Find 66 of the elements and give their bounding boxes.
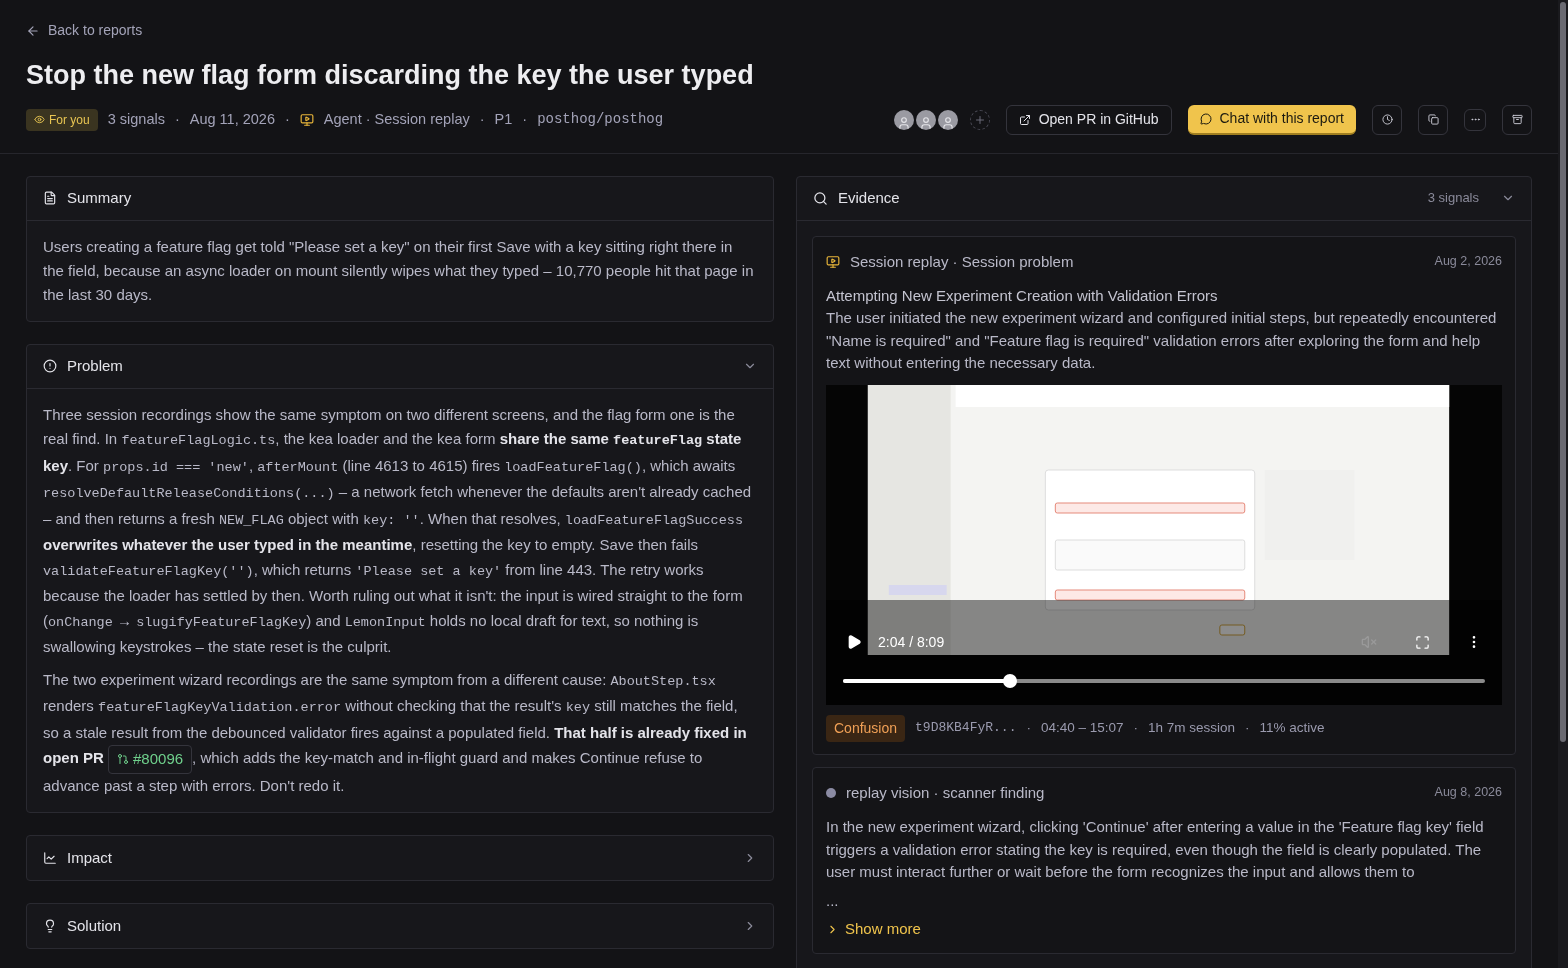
clock-icon <box>1381 114 1393 125</box>
play-icon[interactable] <box>846 634 862 650</box>
avatar[interactable] <box>937 109 958 130</box>
plus-icon <box>973 113 986 126</box>
search-icon <box>813 190 828 206</box>
section-header[interactable]: Problem <box>27 344 773 389</box>
section-title: Evidence <box>838 187 901 208</box>
fullscreen-icon[interactable] <box>1415 634 1430 650</box>
document-icon <box>43 191 57 205</box>
separator-dot: · <box>1245 718 1250 737</box>
chat-button[interactable]: Chat with this report <box>1187 104 1356 135</box>
confusion-tag: Confusion <box>826 714 906 742</box>
separator-dot: · <box>284 109 290 129</box>
meta-repo: posthog/posthog <box>537 110 664 129</box>
archive-icon <box>1511 114 1523 125</box>
section-header[interactable]: Impact <box>27 836 773 880</box>
session-id: t9D8KB4FyR... <box>915 719 1017 738</box>
for-you-badge: For you <box>26 108 98 131</box>
section-title: Summary <box>67 187 132 208</box>
meta-text: 3 signals <box>107 109 165 129</box>
session-detail: 1h 7m session <box>1148 718 1236 737</box>
evidence-source: replay vision · scanner finding <box>846 782 1046 803</box>
progress-track[interactable] <box>843 678 1485 683</box>
back-link[interactable]: Back to reports <box>26 20 143 41</box>
signal-count: 3 signals <box>1427 189 1479 208</box>
meta-text: Aug 11, 2026 <box>189 109 275 129</box>
ellipsis-text: ... <box>826 890 840 911</box>
replay-icon <box>299 112 314 127</box>
separator-dot: · <box>479 109 485 129</box>
scrollbar-thumb[interactable] <box>1560 2 1566 742</box>
avatar[interactable] <box>915 109 936 130</box>
open-pr-button[interactable]: Open PR in GitHub <box>1005 104 1172 135</box>
history-button[interactable] <box>1372 104 1402 135</box>
copy-button[interactable] <box>1418 104 1448 135</box>
section-header[interactable]: Solution <box>27 904 773 948</box>
pull-request-link[interactable]: #80096 <box>108 745 193 774</box>
chat-bubble-icon <box>1199 112 1212 125</box>
meta-source: Agent · Session replay <box>323 109 470 129</box>
page-title: Stop the new flag form discarding the key the user typed <box>26 58 755 92</box>
session-detail: 04:40 – 15:07 <box>1040 718 1124 737</box>
problem-paragraph: Three session recordings show the same symptom on two different screens, and the flag form one is the real find. In featureFlagLogic.ts, the kea loader and the kea form share the same featureFlag state key. For props.id === 'new', afterMount (line 4613 to 4615) fires loadFeatureFlag(), which awaits resolveDefaultReleaseConditions(...) – a network fetch whenever the defaults aren't already cached – and then returns a fresh NEW_FLAG object with key: ''. When that resolves, loadFeatureFlagSuccess overwrites whatever the user typed in the meantime, resetting the key to empty. Save then fails validateFeatureFlagKey(''), which returns 'Please set a key' from line 443. The retry works because the loader has settled by then. Worth ruling out what it isn't: the input is wired straight to the form (onChange → slugifyFeatureFlagKey) and LemonInput holds no local draft for text, so nothing is swallowing keystrokes – the state reset is the culprit. <box>43 404 753 657</box>
meta-text: P1 <box>494 109 513 129</box>
separator-dot: · <box>1026 718 1031 737</box>
summary-text: Users creating a feature flag get told "Please set a key" on their first Save with a key sitting right there in the field, because an async loader on mount silently wipes what they typed – 10,770 people hit that page in the last 30 days. <box>42 236 755 305</box>
lightbulb-icon <box>43 919 57 933</box>
alert-icon <box>43 359 57 373</box>
avatar[interactable] <box>893 109 914 130</box>
show-more-button[interactable]: Show more <box>826 918 921 941</box>
separator-dot: · <box>522 109 528 129</box>
separator-dot: · <box>174 109 180 129</box>
pull-request-icon <box>117 753 129 766</box>
video-time: 2:04 / 8:09 <box>878 632 945 652</box>
archive-button[interactable] <box>1502 104 1532 135</box>
evidence-text: The user initiated the new experiment wizard and configured initial steps, but repeatedly encountered "Name is required" and "Feature flag is required" validation errors after exploring the form and help text without entering the necessary data. <box>826 308 1498 373</box>
evidence-source: Session replay · Session problem <box>850 251 1075 272</box>
evidence-date: Aug 8, 2026 <box>1434 784 1502 802</box>
evidence-heading: Attempting New Experiment Creation with Validation Errors <box>826 286 1219 306</box>
session-detail: 11% active <box>1259 718 1325 737</box>
line-chart-icon <box>43 851 57 865</box>
evidence-date: Aug 2, 2026 <box>1434 253 1502 271</box>
evidence-text: In the new experiment wizard, clicking 'Continue' after entering a value in the 'Feature flag key' field triggers a validation error stating the key is required, even though the field is clearly populated. The user must interact further or wait before the form recognizes the input and allows them to <box>826 817 1485 882</box>
separator-dot: · <box>1133 718 1139 737</box>
replay-icon <box>826 254 840 269</box>
external-link-icon <box>1018 113 1031 126</box>
copy-icon <box>1427 114 1439 125</box>
problem-paragraph: The two experiment wizard recordings are the same symptom from a different cause: AboutStep.tsx renders featureFlagKeyValidation.error without checking that the result's key still matches the field, so a stale result from the debounced validator fires against a populated field. That half is already fixed in open PR #80096 , which adds the key-match and in-flight guard and makes Continue refuse to advance past a step with errors. Don't redo it. <box>43 669 748 796</box>
